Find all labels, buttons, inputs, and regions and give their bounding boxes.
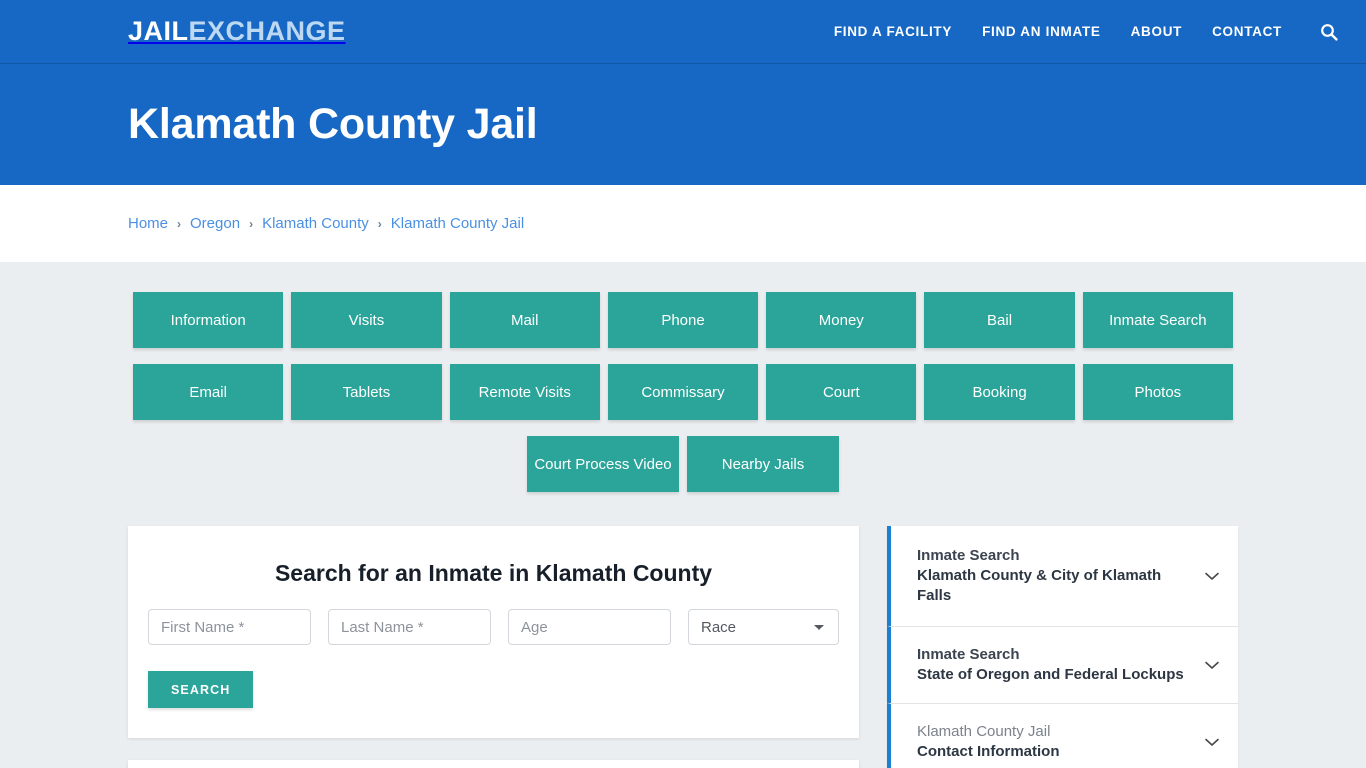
accordion-title: Klamath County & City of Klamath Falls bbox=[917, 567, 1162, 604]
main-navigation: FIND A FACILITY FIND AN INMATE ABOUT CON… bbox=[834, 23, 1338, 41]
chevron-down-icon bbox=[1202, 732, 1222, 752]
facility-button-commissary[interactable]: Commissary bbox=[607, 364, 759, 420]
facility-button-visits[interactable]: Visits bbox=[291, 292, 442, 348]
breadcrumb-item-home[interactable]: Home bbox=[128, 215, 168, 232]
facility-buttons-row-1: Information Visits Mail Phone Money Bail… bbox=[133, 292, 1233, 348]
facility-button-information[interactable]: Information bbox=[133, 292, 284, 348]
breadcrumb-item-oregon[interactable]: Oregon bbox=[190, 215, 240, 232]
main-content: Information Visits Mail Phone Money Bail… bbox=[0, 262, 1366, 768]
facility-button-court[interactable]: Court bbox=[766, 364, 917, 420]
accordion-text: Inmate Search Klamath County & City of K… bbox=[917, 546, 1190, 605]
accordion-contact-information[interactable]: Klamath County Jail Contact Information bbox=[887, 703, 1238, 768]
breadcrumb: Home › Oregon › Klamath County › Klamath… bbox=[128, 215, 524, 232]
facility-buttons-row-2: Email Tablets Remote Visits Commissary C… bbox=[133, 364, 1233, 420]
site-logo[interactable]: JAILEXCHANGE bbox=[128, 18, 346, 45]
facility-buttons-row-3: Court Process Video Nearby Jails bbox=[133, 436, 1233, 492]
age-input[interactable] bbox=[508, 609, 671, 645]
primary-column: Search for an Inmate in Klamath County R… bbox=[128, 526, 859, 768]
inmate-search-title: Search for an Inmate in Klamath County bbox=[274, 560, 713, 586]
facility-button-booking[interactable]: Booking bbox=[924, 364, 1075, 420]
facility-button-remote-visits[interactable]: Remote Visits bbox=[449, 364, 600, 420]
chevron-right-icon: › bbox=[177, 216, 182, 231]
site-header: JAILEXCHANGE FIND A FACILITY FIND AN INM… bbox=[0, 0, 1366, 64]
accordion-subtitle: Inmate Search bbox=[917, 646, 1020, 663]
logo-text-jail: JAIL bbox=[128, 16, 189, 46]
nav-item-find-an-inmate[interactable]: FIND AN INMATE bbox=[982, 24, 1101, 39]
accordion-inmate-search-state[interactable]: Inmate Search State of Oregon and Federa… bbox=[887, 627, 1238, 704]
chevron-down-icon bbox=[1202, 655, 1222, 675]
first-name-input[interactable] bbox=[148, 609, 311, 645]
nav-item-find-a-facility[interactable]: FIND A FACILITY bbox=[834, 24, 952, 39]
facility-button-nearby-jails[interactable]: Nearby Jails bbox=[687, 436, 839, 492]
chevron-down-icon bbox=[1202, 566, 1222, 586]
inmate-search-card: Search for an Inmate in Klamath County R… bbox=[128, 526, 859, 738]
last-name-input[interactable] bbox=[328, 609, 491, 645]
facility-section-buttons: Information Visits Mail Phone Money Bail… bbox=[133, 292, 1233, 492]
accordion-inmate-search-county[interactable]: Inmate Search Klamath County & City of K… bbox=[887, 526, 1238, 627]
facility-button-phone[interactable]: Phone bbox=[607, 292, 759, 348]
logo-text-exchange: EXCHANGE bbox=[188, 16, 346, 46]
jail-information-card: Klamath County Jail Information bbox=[128, 760, 859, 768]
facility-button-court-process-video[interactable]: Court Process Video bbox=[527, 436, 679, 492]
page-title: Klamath County Jail bbox=[128, 99, 538, 148]
facility-button-photos[interactable]: Photos bbox=[1082, 364, 1233, 420]
inmate-search-fields: Race bbox=[148, 609, 839, 645]
sidebar-accordion-list: Inmate Search Klamath County & City of K… bbox=[887, 526, 1238, 768]
sidebar: Inmate Search Klamath County & City of K… bbox=[887, 526, 1238, 768]
accordion-subtitle: Klamath County Jail bbox=[917, 722, 1051, 740]
accordion-text: Inmate Search State of Oregon and Federa… bbox=[917, 645, 1190, 685]
accordion-subtitle: Inmate Search bbox=[917, 547, 1020, 565]
accordion-title: State of Oregon and Federal Lockups bbox=[917, 665, 1184, 683]
search-button[interactable]: SEARCH bbox=[148, 671, 254, 708]
facility-button-bail[interactable]: Bail bbox=[924, 292, 1075, 348]
header-search-button[interactable] bbox=[1320, 23, 1338, 41]
chevron-right-icon: › bbox=[377, 216, 382, 231]
facility-button-inmate-search[interactable]: Inmate Search bbox=[1082, 292, 1233, 348]
breadcrumb-item-klamath-county-jail[interactable]: Klamath County Jail bbox=[391, 215, 524, 232]
content-columns: Search for an Inmate in Klamath County R… bbox=[128, 526, 1238, 768]
accordion-text: Klamath County Jail Contact Information bbox=[917, 722, 1190, 762]
breadcrumb-band: Home › Oregon › Klamath County › Klamath… bbox=[0, 185, 1366, 262]
facility-button-email[interactable]: Email bbox=[133, 364, 284, 420]
facility-button-tablets[interactable]: Tablets bbox=[291, 364, 442, 420]
race-select[interactable]: Race bbox=[688, 609, 839, 645]
nav-item-contact[interactable]: CONTACT bbox=[1212, 24, 1282, 39]
facility-button-mail[interactable]: Mail bbox=[449, 292, 600, 348]
chevron-right-icon: › bbox=[249, 216, 254, 231]
accordion-title: Contact Information bbox=[917, 742, 1060, 760]
hero-banner: Klamath County Jail bbox=[0, 64, 1366, 185]
facility-button-money[interactable]: Money bbox=[766, 292, 917, 348]
breadcrumb-item-klamath-county[interactable]: Klamath County bbox=[262, 215, 369, 232]
nav-item-about[interactable]: ABOUT bbox=[1131, 24, 1183, 39]
search-icon bbox=[1321, 23, 1338, 41]
